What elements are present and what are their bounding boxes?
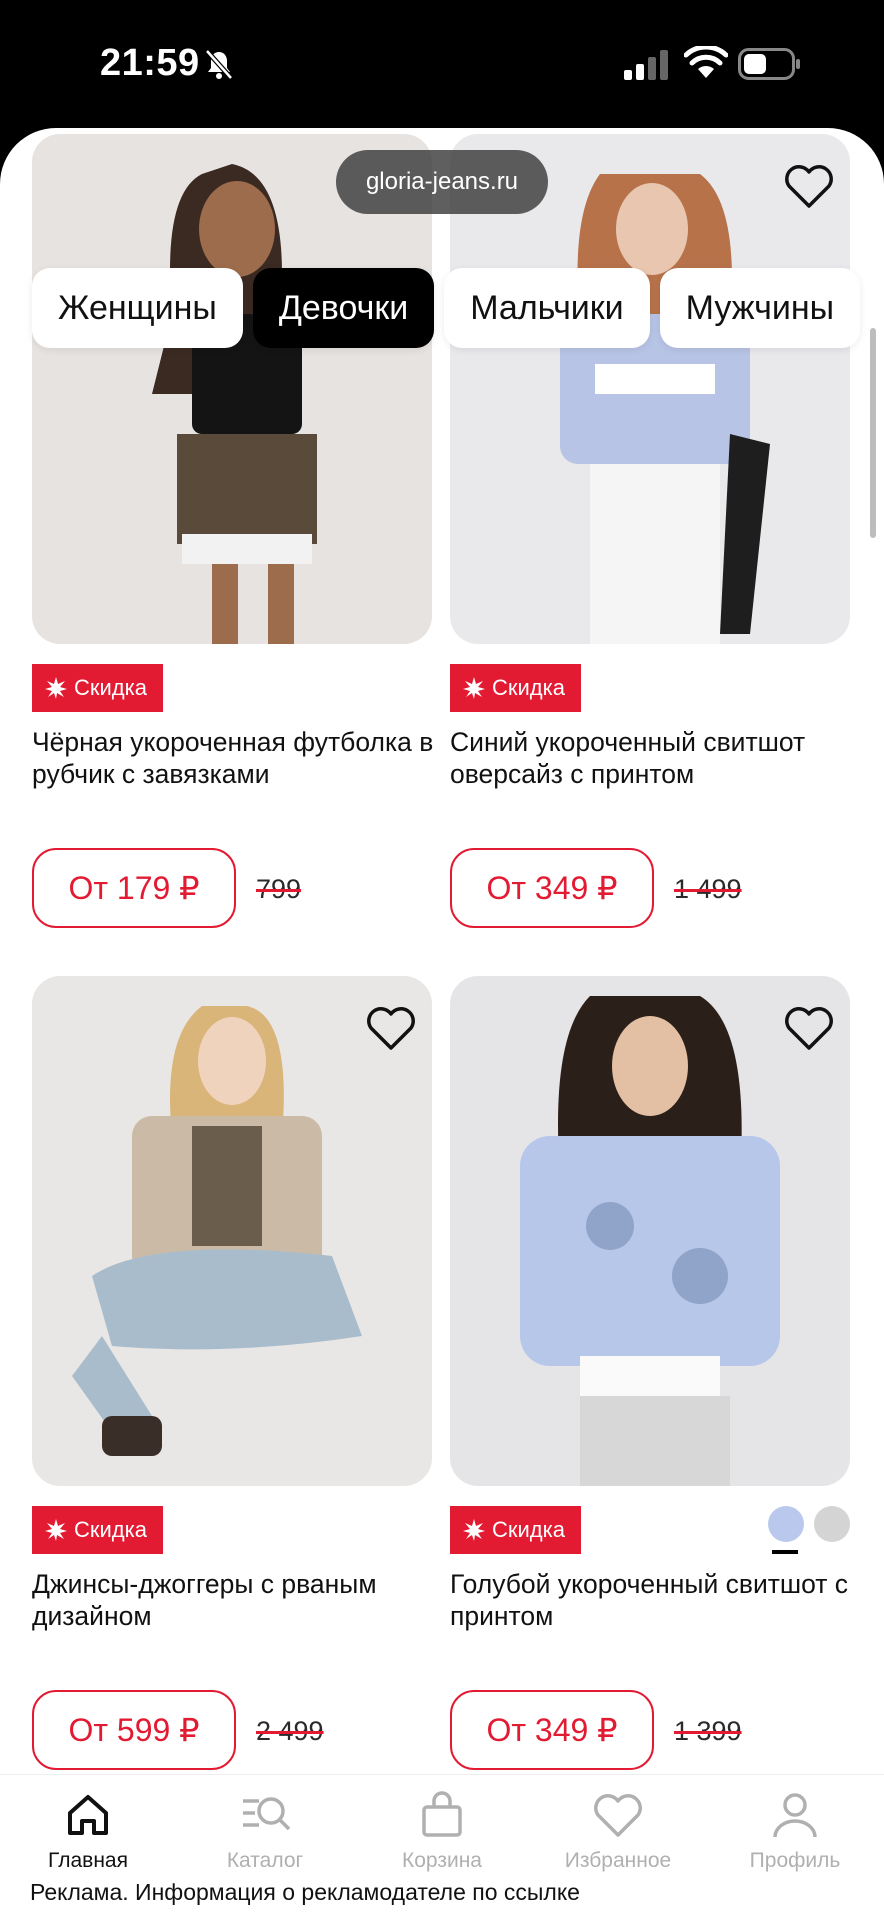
ad-notice-link[interactable]: Реклама. Информация о рекламодателе по с…: [30, 1879, 580, 1906]
profile-icon: [773, 1793, 817, 1838]
nav-label: Корзина: [402, 1849, 482, 1872]
tab-girls[interactable]: Девочки: [252, 268, 435, 348]
price-button[interactable]: От 599 ₽: [32, 1690, 236, 1770]
nav-label: Избранное: [564, 1849, 672, 1872]
price-button[interactable]: От 349 ₽: [450, 848, 654, 928]
burst-icon: [463, 1519, 485, 1541]
cart-bag-icon: [422, 1791, 462, 1837]
badge-label: Скидка: [74, 675, 147, 700]
browser-url-pill[interactable]: gloria-jeans.ru: [336, 150, 548, 214]
battery-icon: [738, 48, 800, 80]
discount-badge: Скидка: [450, 1506, 581, 1554]
nav-label: Профиль: [749, 1849, 841, 1872]
tab-men[interactable]: Мужчины: [659, 268, 861, 348]
nav-home[interactable]: Главная: [3, 1789, 173, 1873]
price-button[interactable]: От 349 ₽: [450, 1690, 654, 1770]
color-swatches: [768, 1506, 850, 1554]
discount-badge: Скидка: [450, 664, 581, 712]
burst-icon: [463, 677, 485, 699]
product-card[interactable]: Скидка Синий укороченный свитшот оверсай…: [450, 134, 850, 934]
favorite-heart-icon[interactable]: [364, 1004, 418, 1052]
old-price: 2 499: [256, 1716, 324, 1746]
product-card[interactable]: Скидка Джинсы-джоггеры с рваным дизайном…: [32, 976, 432, 1776]
badge-label: Скидка: [492, 1517, 565, 1542]
nav-label: Главная: [48, 1849, 128, 1872]
product-card[interactable]: Скидка Чёрная укороченная футболка в руб…: [32, 134, 433, 934]
catalog-search-icon: [243, 1797, 291, 1831]
cellular-signal-icon: [624, 50, 668, 80]
badge-label: Скидка: [492, 675, 565, 700]
favorite-heart-icon[interactable]: [782, 162, 836, 210]
color-swatch[interactable]: [768, 1506, 804, 1554]
old-price: 799: [256, 874, 302, 904]
nav-cart[interactable]: Корзина: [357, 1789, 527, 1873]
product-title[interactable]: Чёрная укороченная футболка в рубчик с з…: [32, 726, 442, 790]
bell-muted-icon: [205, 49, 233, 80]
home-icon: [68, 1795, 108, 1835]
tab-boys[interactable]: Мальчики: [444, 268, 650, 348]
burst-icon: [45, 677, 67, 699]
nav-label: Каталог: [226, 1849, 304, 1872]
burst-icon: [45, 1519, 67, 1541]
status-time: 21:59: [100, 42, 200, 84]
price-button[interactable]: От 179 ₽: [32, 848, 236, 928]
nav-favorites[interactable]: Избранное: [533, 1789, 703, 1873]
product-title[interactable]: Голубой укороченный свитшот с принтом: [450, 1568, 860, 1632]
category-tabs: Женщины Девочки Мальчики Мужчины: [32, 268, 861, 348]
page-sheet: gloria-jeans.ru Женщины Девочки Мальчики…: [0, 128, 884, 1920]
badge-label: Скидка: [74, 1517, 147, 1542]
nav-catalog[interactable]: Каталог: [180, 1789, 350, 1873]
product-photo[interactable]: [32, 976, 432, 1486]
bottom-navigation: Главная Каталог Корзина Избранное Профил…: [0, 1774, 884, 1920]
discount-badge: Скидка: [32, 1506, 163, 1554]
product-title[interactable]: Джинсы-джоггеры с рваным дизайном: [32, 1568, 442, 1632]
scroll-indicator[interactable]: [870, 328, 876, 538]
discount-badge: Скидка: [32, 664, 163, 712]
product-photo[interactable]: [450, 976, 850, 1486]
old-price: 1 499: [674, 874, 742, 904]
color-swatch[interactable]: [814, 1506, 850, 1542]
wifi-icon: [684, 46, 728, 78]
selected-swatch-indicator: [772, 1550, 798, 1554]
tab-women[interactable]: Женщины: [32, 268, 243, 348]
product-title[interactable]: Синий укороченный свитшот оверсайз с при…: [450, 726, 860, 790]
product-card[interactable]: Скидка Голубой укороченный свитшот с при…: [450, 976, 850, 1776]
favorite-heart-icon[interactable]: [782, 1004, 836, 1052]
nav-profile[interactable]: Профиль: [710, 1789, 880, 1873]
status-bar: 21:59: [0, 0, 884, 130]
old-price: 1 399: [674, 1716, 742, 1746]
heart-icon: [594, 1794, 642, 1837]
